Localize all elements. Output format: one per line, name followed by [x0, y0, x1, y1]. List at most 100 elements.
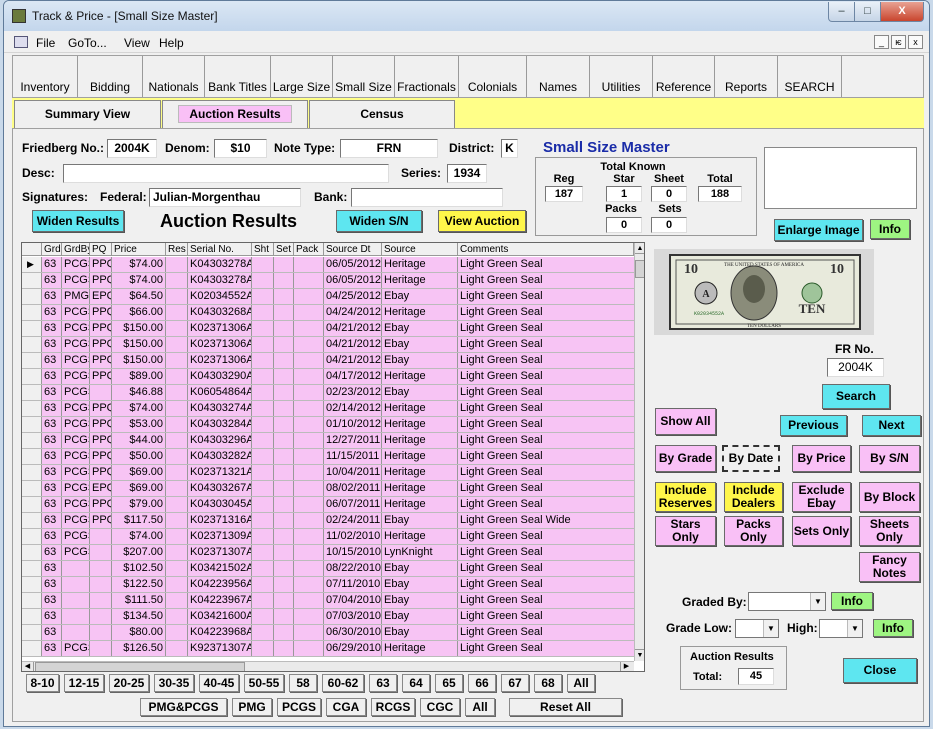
row-selector[interactable] [22, 273, 42, 288]
table-row[interactable]: 63 $80.00 K04223968A 06/30/2010 Ebay Light Gr… [22, 625, 634, 641]
toolbar-search[interactable]: SEARCH [778, 56, 842, 97]
chevron-down-icon[interactable]: ▼ [763, 620, 778, 637]
toolbar-bank-titles[interactable]: Bank Titles [205, 56, 271, 97]
sort-by-block-button[interactable]: By Block [859, 482, 920, 512]
toolbar-fractionals[interactable]: Fractionals [395, 56, 459, 97]
table-row[interactable]: 63PCGSPPQ$79.00 K04303045A 06/07/2011Herit… [22, 497, 634, 513]
grade-range-button[interactable]: 64 [402, 674, 430, 692]
enlarge-image-button[interactable]: Enlarge Image [774, 219, 863, 241]
grader-filter-button[interactable]: CGC [420, 698, 460, 716]
federal-field[interactable]: Julian-Morgenthau [149, 188, 301, 207]
packs-only-button[interactable]: Packs Only [724, 516, 783, 546]
image-info-button[interactable]: Info [870, 219, 910, 239]
fr-no-field[interactable]: 2004K [827, 358, 884, 377]
row-selector[interactable] [22, 625, 42, 640]
column-header-grd[interactable]: Grd [42, 243, 62, 255]
sort-by-grade-button[interactable]: By Grade [655, 445, 716, 472]
row-selector[interactable] [22, 401, 42, 416]
toolbar-reports[interactable]: Reports [715, 56, 778, 97]
sort-by-sn-button[interactable]: By S/N [859, 445, 920, 472]
stars-only-button[interactable]: Stars Only [655, 516, 716, 546]
sort-by-date-button[interactable]: By Date [722, 445, 780, 472]
auction-results-grid[interactable]: Grd GrdBy PQ Price Res Serial No. Sht Set Pack So… [21, 242, 645, 672]
grader-filter-button[interactable]: PMG [232, 698, 272, 716]
table-row[interactable]: 63PCGSPPQ$53.00 K04303284A 01/10/2012Herit… [22, 417, 634, 433]
grade-range-button[interactable]: 65 [435, 674, 463, 692]
horizontal-scrollbar[interactable]: ◀ ▶ [22, 661, 634, 671]
fancy-notes-button[interactable]: Fancy Notes [859, 552, 920, 582]
reset-all-button[interactable]: Reset All [509, 698, 622, 716]
table-row[interactable]: 63 $111.50 K04223967A 07/04/2010 Ebay Light G… [22, 593, 634, 609]
view-auction-button[interactable]: View Auction [438, 210, 526, 232]
close-window-button[interactable]: X [880, 2, 924, 22]
scroll-thumb[interactable] [635, 260, 644, 278]
toolbar-nationals[interactable]: Nationals [143, 56, 205, 97]
denom-field[interactable]: $10 [214, 139, 267, 158]
grade-high-dropdown[interactable]: ▼ [819, 619, 863, 638]
grade-range-button[interactable]: 8-10 [26, 674, 59, 692]
grader-filter-button[interactable]: RCGS [371, 698, 415, 716]
grade-range-button[interactable]: 58 [289, 674, 317, 692]
column-header-comments[interactable]: Comments [458, 243, 634, 255]
tab-summary-view[interactable]: Summary View [14, 100, 161, 128]
grade-range-button[interactable]: 63 [369, 674, 397, 692]
menu-goto[interactable]: GoTo... [68, 36, 107, 50]
title-bar[interactable]: Track & Price - [Small Size Master] – □ … [4, 1, 929, 31]
table-row[interactable]: ▶63PCGSPPQ$74.00 K04303278A 06/05/2012Heri… [22, 257, 634, 273]
sort-by-price-button[interactable]: By Price [792, 445, 851, 472]
toolbar-large-size[interactable]: Large Size [271, 56, 333, 97]
widen-results-button[interactable]: Widen Results [32, 210, 124, 232]
table-row[interactable]: 63 $122.50 K04223956A 07/11/2010 Ebay Light G… [22, 577, 634, 593]
scroll-right-arrow-icon[interactable]: ▶ [620, 662, 632, 671]
table-row[interactable]: 63PCGSPPQ$69.00 K02371321A 10/04/2011Herit… [22, 465, 634, 481]
previous-button[interactable]: Previous [780, 415, 847, 436]
scroll-left-arrow-icon[interactable]: ◀ [22, 662, 34, 671]
friedberg-field[interactable]: 2004K [107, 139, 157, 158]
grade-low-dropdown[interactable]: ▼ [735, 619, 779, 638]
table-row[interactable]: 63PCGS $46.88 K06054864A 02/23/2012EbayLigh… [22, 385, 634, 401]
row-selector[interactable] [22, 465, 42, 480]
row-selector[interactable] [22, 417, 42, 432]
minimize-button[interactable]: – [828, 2, 855, 22]
table-row[interactable]: 63PCGS $126.50 K92371307A 06/29/2010Heritag… [22, 641, 634, 657]
row-selector[interactable] [22, 353, 42, 368]
table-row[interactable]: 63PCGSPPQ$74.00 K04303278A 06/05/2012Herit… [22, 273, 634, 289]
grade-range-button[interactable]: 50-55 [244, 674, 284, 692]
tab-auction-results[interactable]: Auction Results [162, 100, 308, 128]
include-dealers-button[interactable]: Include Dealers [724, 482, 783, 512]
district-field[interactable]: K [501, 139, 518, 158]
column-header-source-dt[interactable]: Source Dt [324, 243, 382, 255]
sheets-only-button[interactable]: Sheets Only [859, 516, 920, 546]
graded-by-info-button[interactable]: Info [831, 592, 873, 610]
include-reserves-button[interactable]: Include Reserves [655, 482, 716, 512]
menu-view[interactable]: View [124, 36, 150, 50]
grade-range-button[interactable]: All [567, 674, 595, 692]
search-button[interactable]: Search [822, 384, 890, 409]
table-row[interactable]: 63PCGS $74.00 K02371309A 11/02/2010Heritage… [22, 529, 634, 545]
grade-range-button[interactable]: 12-15 [64, 674, 104, 692]
chevron-down-icon[interactable]: ▼ [810, 593, 825, 610]
grade-range-info-button[interactable]: Info [873, 619, 913, 637]
show-all-button[interactable]: Show All [655, 408, 716, 435]
grade-range-button[interactable]: 68 [534, 674, 562, 692]
row-selector[interactable] [22, 577, 42, 592]
maximize-button[interactable]: □ [854, 2, 881, 22]
column-header-source[interactable]: Source [382, 243, 458, 255]
row-selector[interactable] [22, 289, 42, 304]
table-row[interactable]: 63PCGSPPQ$150.00 K02371306A 04/21/2012Ebay… [22, 353, 634, 369]
row-selector[interactable] [22, 609, 42, 624]
column-header-sht[interactable]: Sht [252, 243, 274, 255]
scroll-down-arrow-icon[interactable]: ▼ [635, 649, 644, 660]
menu-help[interactable]: Help [159, 36, 184, 50]
grader-filter-button[interactable]: CGA [326, 698, 366, 716]
row-selector[interactable] [22, 513, 42, 528]
scroll-up-arrow-icon[interactable]: ▲ [635, 243, 644, 254]
row-selector[interactable] [22, 337, 42, 352]
table-row[interactable]: 63PCGSPPQ$74.00 K04303274A 02/14/2012Herit… [22, 401, 634, 417]
widen-sn-button[interactable]: Widen S/N [336, 210, 422, 232]
row-selector[interactable] [22, 385, 42, 400]
table-row[interactable]: 63PCGSPPQ$66.00 K04303268A 04/24/2012Herit… [22, 305, 634, 321]
next-button[interactable]: Next [862, 415, 921, 436]
row-selector[interactable] [22, 545, 42, 560]
graded-by-dropdown[interactable]: ▼ [748, 592, 826, 611]
